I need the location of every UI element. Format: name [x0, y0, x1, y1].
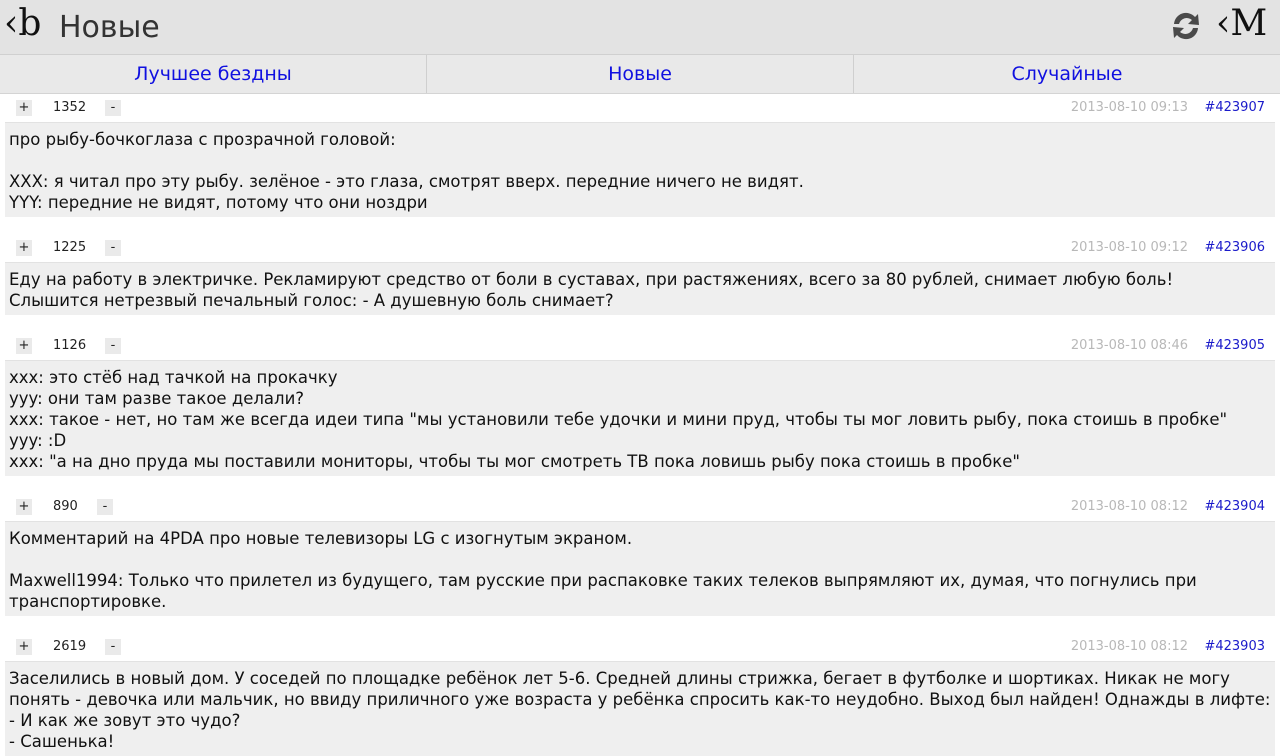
quote-text: xxx: это стёб над тачкой на прокачку yyy… [5, 360, 1275, 476]
action-bar: ‹b Новые ‹M [0, 0, 1280, 55]
quote-date: 2013-08-10 08:46 [1070, 338, 1188, 353]
quote-date: 2013-08-10 09:12 [1070, 240, 1188, 255]
quote-header: + 890 - 2013-08-10 08:12 #423904 [0, 493, 1280, 521]
upvote-button[interactable]: + [16, 100, 32, 116]
bash-logo[interactable]: ‹b [4, 4, 41, 44]
tab-best-abyss[interactable]: Лучшее бездны [0, 55, 427, 93]
downvote-button[interactable]: - [105, 240, 121, 256]
quote-date: 2013-08-10 08:12 [1070, 639, 1188, 654]
quote-header: + 1225 - 2013-08-10 09:12 #423906 [0, 234, 1280, 262]
tab-new[interactable]: Новые [427, 55, 854, 93]
downvote-button[interactable]: - [105, 639, 121, 655]
upvote-button[interactable]: + [16, 639, 32, 655]
quote-feed[interactable]: + 1352 - 2013-08-10 09:13 #423907 про ры… [0, 94, 1280, 756]
quote-rating: 1352 [53, 100, 87, 115]
quote-rating: 1126 [53, 338, 87, 353]
quote-rating: 2619 [53, 639, 87, 654]
quote-text: Заселились в новый дом. У соседей по пло… [5, 661, 1275, 756]
refresh-icon[interactable] [1166, 6, 1206, 46]
quote-item: + 890 - 2013-08-10 08:12 #423904 Коммент… [0, 493, 1280, 616]
upvote-button[interactable]: + [16, 499, 32, 515]
quote-id-link[interactable]: #423907 [1204, 100, 1265, 116]
quote-id-link[interactable]: #423905 [1204, 338, 1265, 354]
quote-item: + 1225 - 2013-08-10 09:12 #423906 Еду на… [0, 234, 1280, 315]
quote-text: Еду на работу в электричке. Рекламируют … [5, 262, 1275, 315]
tab-bar: Лучшее бездны Новые Случайные [0, 55, 1280, 94]
downvote-button[interactable]: - [97, 499, 113, 515]
quote-header: + 2619 - 2013-08-10 08:12 #423903 [0, 633, 1280, 661]
quote-id-link[interactable]: #423903 [1204, 639, 1265, 655]
upvote-button[interactable]: + [16, 240, 32, 256]
tab-random[interactable]: Случайные [854, 55, 1280, 93]
quote-text: про рыбу-бочкоглаза с прозрачной головой… [5, 122, 1275, 217]
quote-item: + 1126 - 2013-08-10 08:46 #423905 xxx: э… [0, 332, 1280, 476]
menu-logo[interactable]: ‹M [1216, 4, 1267, 44]
quote-date: 2013-08-10 09:13 [1070, 100, 1188, 115]
quote-id-link[interactable]: #423904 [1204, 499, 1265, 515]
quote-header: + 1126 - 2013-08-10 08:46 #423905 [0, 332, 1280, 360]
quote-id-link[interactable]: #423906 [1204, 240, 1265, 256]
downvote-button[interactable]: - [105, 338, 121, 354]
quote-text: Комментарий на 4PDA про новые телевизоры… [5, 521, 1275, 616]
quote-item: + 2619 - 2013-08-10 08:12 #423903 Засели… [0, 633, 1280, 756]
quote-item: + 1352 - 2013-08-10 09:13 #423907 про ры… [0, 94, 1280, 217]
quote-rating: 890 [53, 499, 78, 514]
quote-rating: 1225 [53, 240, 87, 255]
upvote-button[interactable]: + [16, 338, 32, 354]
page-title: Новые [59, 10, 160, 45]
downvote-button[interactable]: - [105, 100, 121, 116]
quote-date: 2013-08-10 08:12 [1070, 499, 1188, 514]
quote-header: + 1352 - 2013-08-10 09:13 #423907 [0, 94, 1280, 122]
